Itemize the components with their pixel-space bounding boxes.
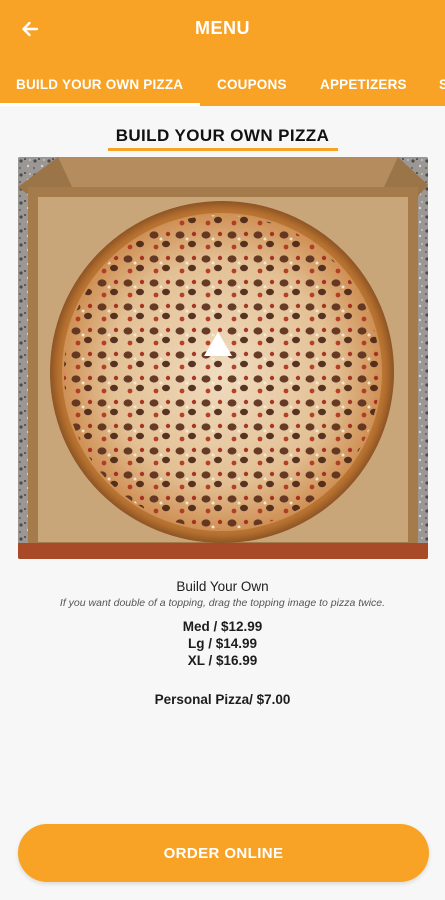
price-xl: XL / $16.99 bbox=[187, 653, 258, 668]
tab-build-your-own-pizza[interactable]: BUILD YOUR OWN PIZZA bbox=[16, 62, 183, 106]
pizza-photo bbox=[18, 157, 428, 559]
tab-partial[interactable]: S bbox=[439, 62, 445, 106]
price-list: Med / $12.99 Lg / $14.99 XL / $16.99 bbox=[0, 618, 445, 669]
tab-appetizers[interactable]: APPETIZERS bbox=[320, 62, 407, 106]
section-title: BUILD YOUR OWN PIZZA bbox=[115, 126, 330, 145]
page-title: MENU bbox=[195, 18, 250, 38]
section-title-underline bbox=[108, 148, 338, 151]
item-note: If you want double of a topping, drag th… bbox=[59, 597, 386, 609]
price-medium: Med / $12.99 bbox=[182, 619, 263, 634]
item-info: Build Your Own If you want double of a t… bbox=[0, 579, 445, 669]
item-name: Build Your Own bbox=[176, 579, 269, 594]
tab-coupons[interactable]: COUPONS bbox=[217, 62, 287, 106]
order-online-button[interactable]: ORDER ONLINE bbox=[18, 824, 429, 882]
selected-tab-indicator bbox=[0, 103, 200, 106]
app-bar: MENU BUILD YOUR OWN PIZZA COUPONS APPETI… bbox=[0, 0, 445, 106]
price-large: Lg / $14.99 bbox=[187, 636, 258, 651]
category-tabs: BUILD YOUR OWN PIZZA COUPONS APPETIZERS … bbox=[0, 62, 445, 106]
price-personal: Personal Pizza/ $7.00 bbox=[154, 692, 291, 707]
